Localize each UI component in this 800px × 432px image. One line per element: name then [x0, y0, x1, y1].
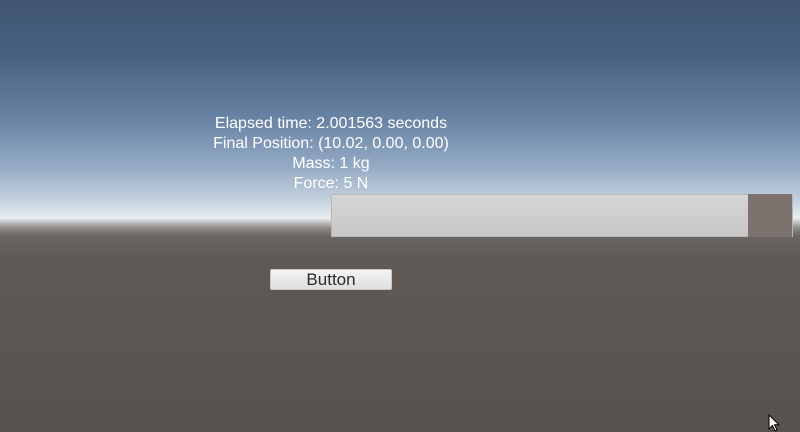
- slider-fill: [332, 195, 749, 236]
- mass-text: Mass: 1 kg: [292, 155, 370, 172]
- progress-slider[interactable]: [331, 194, 793, 237]
- force-text: Force: 5 N: [293, 175, 369, 192]
- slider-handle[interactable]: [748, 194, 792, 237]
- final-position-text: Final Position: (10.02, 0.00, 0.00): [213, 135, 449, 152]
- simulation-info: Elapsed time: 2.001563 seconds Final Pos…: [171, 114, 491, 194]
- elapsed-time-text: Elapsed time: 2.001563 seconds: [214, 115, 448, 132]
- action-button[interactable]: Button: [270, 269, 392, 290]
- mouse-pointer-icon: [768, 414, 780, 432]
- game-viewport: Elapsed time: 2.001563 seconds Final Pos…: [0, 0, 800, 432]
